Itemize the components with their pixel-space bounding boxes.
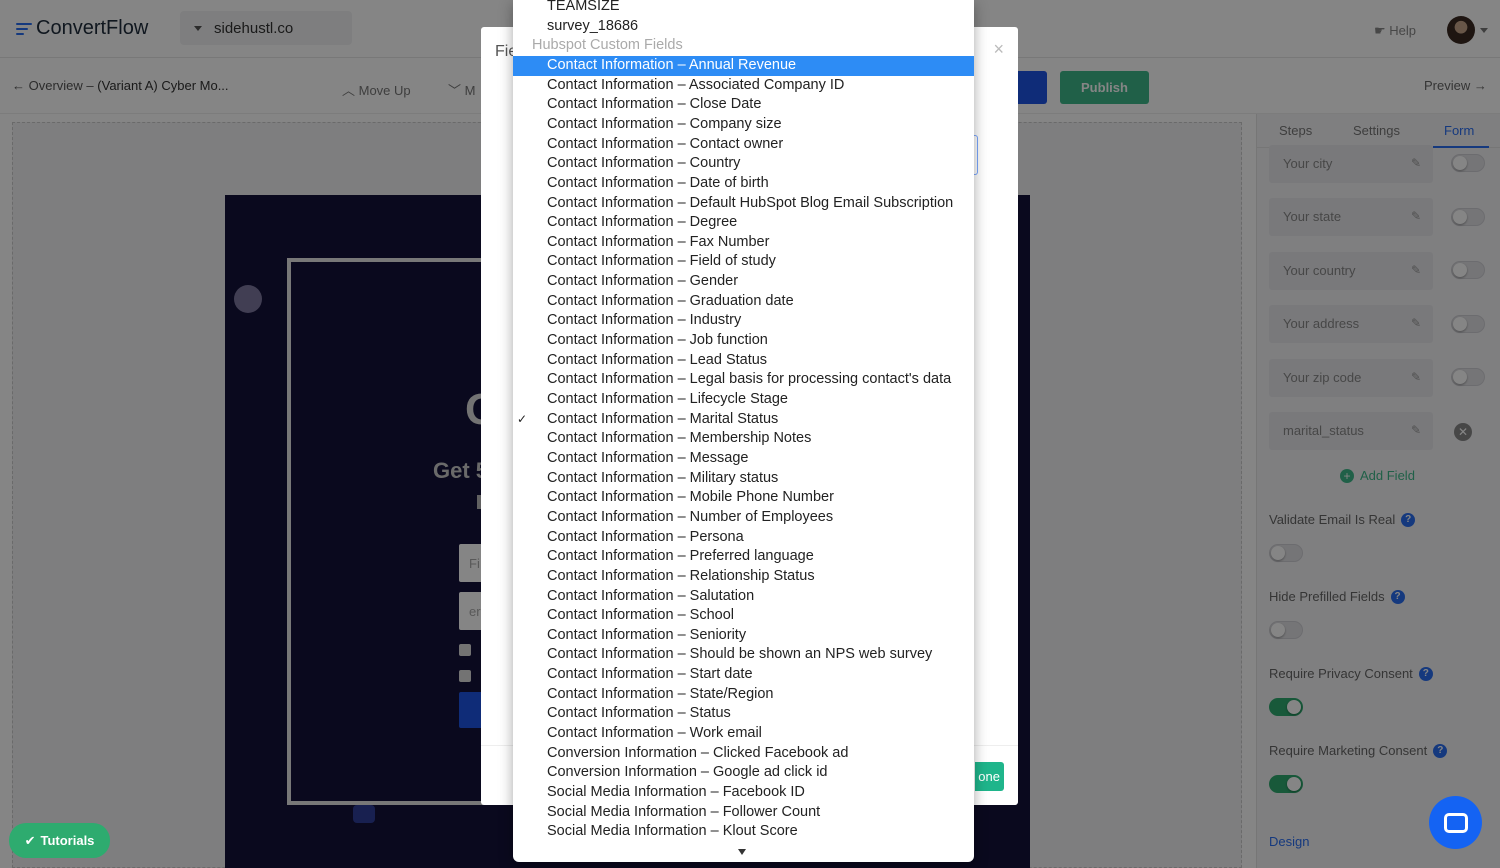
- option-label: Contact Information – Fax Number: [547, 233, 770, 250]
- dropdown-option[interactable]: Contact Information – Preferred language: [513, 547, 974, 567]
- option-label: Contact Information – Default HubSpot Bl…: [547, 194, 954, 211]
- dropdown-option[interactable]: Contact Information – Lead Status: [513, 351, 974, 371]
- dropdown-option[interactable]: Contact Information – Message: [513, 449, 974, 469]
- dropdown-option[interactable]: Contact Information – Salutation: [513, 587, 974, 607]
- dropdown-option[interactable]: Contact Information – Job function: [513, 331, 974, 351]
- tutorials-label: Tutorials: [40, 833, 95, 848]
- dropdown-option[interactable]: Contact Information – School: [513, 606, 974, 626]
- dropdown-option[interactable]: Contact Information – Contact owner: [513, 135, 974, 155]
- done-button[interactable]: one: [975, 762, 1004, 791]
- option-label: Contact Information – Date of birth: [547, 174, 769, 191]
- option-label: Social Media Information – Facebook ID: [547, 784, 805, 800]
- check-icon: ✓: [517, 411, 528, 426]
- option-label: Contact Information – Membership Notes: [547, 430, 812, 447]
- dropdown-option[interactable]: Contact Information – Mobile Phone Numbe…: [513, 488, 974, 508]
- dropdown-option[interactable]: Contact Information – Start date: [513, 665, 974, 685]
- option-label: survey_18686: [547, 17, 639, 34]
- option-label: Contact Information – Gender: [547, 273, 739, 290]
- dropdown-option[interactable]: Contact Information – Close Date: [513, 95, 974, 115]
- option-label: Contact Information – Seniority: [547, 626, 747, 643]
- option-label: Contact Information – Start date: [547, 666, 753, 683]
- option-label: Contact Information – Status: [547, 705, 731, 722]
- option-label: Contact Information – Degree: [547, 214, 738, 231]
- option-label: Contact Information – Relationship Statu…: [547, 567, 815, 584]
- option-label: Contact Information – Military status: [547, 469, 779, 486]
- option-label: Hubspot Custom Fields: [532, 37, 683, 54]
- dropdown-option[interactable]: Contact Information – Gender: [513, 272, 974, 292]
- dropdown-option[interactable]: Contact Information – Work email: [513, 724, 974, 744]
- option-label: Contact Information – Field of study: [547, 253, 776, 270]
- dropdown-option[interactable]: Contact Information – Annual Revenue: [513, 55, 974, 76]
- option-label: Conversion Information – Google ad click…: [547, 764, 828, 781]
- chat-launcher-button[interactable]: [1429, 796, 1482, 849]
- dropdown-option[interactable]: Contact Information – Status: [513, 704, 974, 724]
- dropdown-option[interactable]: Contact Information – Number of Employee…: [513, 508, 974, 528]
- dropdown-option[interactable]: Conversion Information – Google ad click…: [513, 763, 974, 783]
- option-label: Contact Information – Graduation date: [547, 292, 794, 309]
- option-label: Contact Information – Job function: [547, 332, 768, 349]
- dropdown-option[interactable]: Contact Information – Degree: [513, 213, 974, 233]
- option-label: Contact Information – Marital Status: [547, 410, 779, 427]
- dropdown-option[interactable]: Social Media Information – Follower Coun…: [513, 803, 974, 823]
- chat-icon: [1443, 812, 1468, 833]
- option-label: Contact Information – Preferred language: [547, 548, 814, 565]
- option-label: Contact Information – Should be shown an…: [547, 646, 933, 663]
- option-label: Contact Information – Annual Revenue: [547, 56, 797, 73]
- dropdown-option[interactable]: TEAMSIZE: [513, 0, 974, 17]
- option-label: Conversion Information – Clicked Faceboo…: [547, 744, 849, 761]
- option-label: Contact Information – State/Region: [547, 685, 774, 702]
- option-label: Contact Information – Legal basis for pr…: [547, 371, 952, 388]
- dropdown-option[interactable]: Contact Information – Graduation date: [513, 292, 974, 312]
- dropdown-option[interactable]: Contact Information – Country: [513, 154, 974, 174]
- option-label: Contact Information – Lifecycle Stage: [547, 391, 788, 407]
- dropdown-option[interactable]: Contact Information – Relationship Statu…: [513, 567, 974, 587]
- select-field-edge[interactable]: [974, 135, 978, 175]
- option-label: Contact Information – Contact owner: [547, 135, 784, 152]
- dropdown-option[interactable]: Contact Information – Should be shown an…: [513, 645, 974, 665]
- dropdown-option[interactable]: Social Media Information – Facebook ID: [513, 783, 974, 803]
- option-label: Contact Information – Country: [547, 155, 741, 172]
- option-label: Contact Information – Company size: [547, 115, 782, 132]
- dropdown-option[interactable]: Contact Information – Fax Number: [513, 233, 974, 253]
- option-label: Contact Information – Number of Employee…: [547, 508, 834, 525]
- option-label: Contact Information – Salutation: [547, 587, 755, 604]
- dropdown-option[interactable]: Contact Information – Field of study: [513, 252, 974, 272]
- dropdown-option[interactable]: Contact Information – Industry: [513, 311, 974, 331]
- dropdown-option[interactable]: Contact Information – Company size: [513, 115, 974, 135]
- dropdown-option[interactable]: survey_18686: [513, 17, 974, 37]
- option-label: Social Media Information – Follower Coun…: [547, 803, 821, 820]
- tutorials-button[interactable]: ✔ Tutorials: [9, 823, 110, 858]
- dropdown-option[interactable]: Contact Information – Legal basis for pr…: [513, 370, 974, 390]
- option-label: Contact Information – Industry: [547, 312, 742, 329]
- dropdown-option[interactable]: Social Media Information – Klout Score: [513, 822, 974, 842]
- option-label: Contact Information – Mobile Phone Numbe…: [547, 489, 834, 506]
- dropdown-option[interactable]: Conversion Information – Clicked Faceboo…: [513, 744, 974, 764]
- option-label: Contact Information – Work email: [547, 725, 762, 742]
- dropdown-option[interactable]: Contact Information – Persona: [513, 528, 974, 548]
- dropdown-option[interactable]: Contact Information – State/Region: [513, 685, 974, 705]
- dropdown-option[interactable]: Contact Information – Default HubSpot Bl…: [513, 194, 974, 214]
- option-label: Social Media Information – Klout Score: [547, 823, 798, 840]
- dropdown-option[interactable]: Contact Information – Seniority: [513, 626, 974, 646]
- option-label: Contact Information – Lead Status: [547, 351, 768, 368]
- check-icon: ✔: [24, 832, 36, 848]
- option-label: Contact Information – Message: [547, 449, 749, 466]
- option-label: TEAMSIZE: [547, 0, 620, 14]
- option-label: Contact Information – Associated Company…: [547, 76, 845, 93]
- dropdown-option[interactable]: ✓ Contact Information – Marital Status: [513, 410, 974, 430]
- option-label: Contact Information – Close Date: [547, 96, 762, 113]
- option-label: Contact Information – School: [547, 607, 734, 624]
- dropdown-option[interactable]: Contact Information – Lifecycle Stage: [513, 390, 974, 410]
- scroll-down-arrow-icon[interactable]: [738, 849, 746, 855]
- field-dropdown-list[interactable]: TEAMSIZE survey_18686 Hubspot Custom Field…: [513, 0, 974, 862]
- dropdown-option[interactable]: Contact Information – Date of birth: [513, 174, 974, 194]
- dropdown-group-label: Hubspot Custom Fields: [513, 36, 974, 56]
- dropdown-option[interactable]: Contact Information – Membership Notes: [513, 429, 974, 449]
- option-label: Contact Information – Persona: [547, 528, 744, 545]
- close-icon[interactable]: ×: [993, 39, 1004, 60]
- dropdown-option[interactable]: Contact Information – Military status: [513, 469, 974, 489]
- dropdown-option[interactable]: Contact Information – Associated Company…: [513, 76, 974, 96]
